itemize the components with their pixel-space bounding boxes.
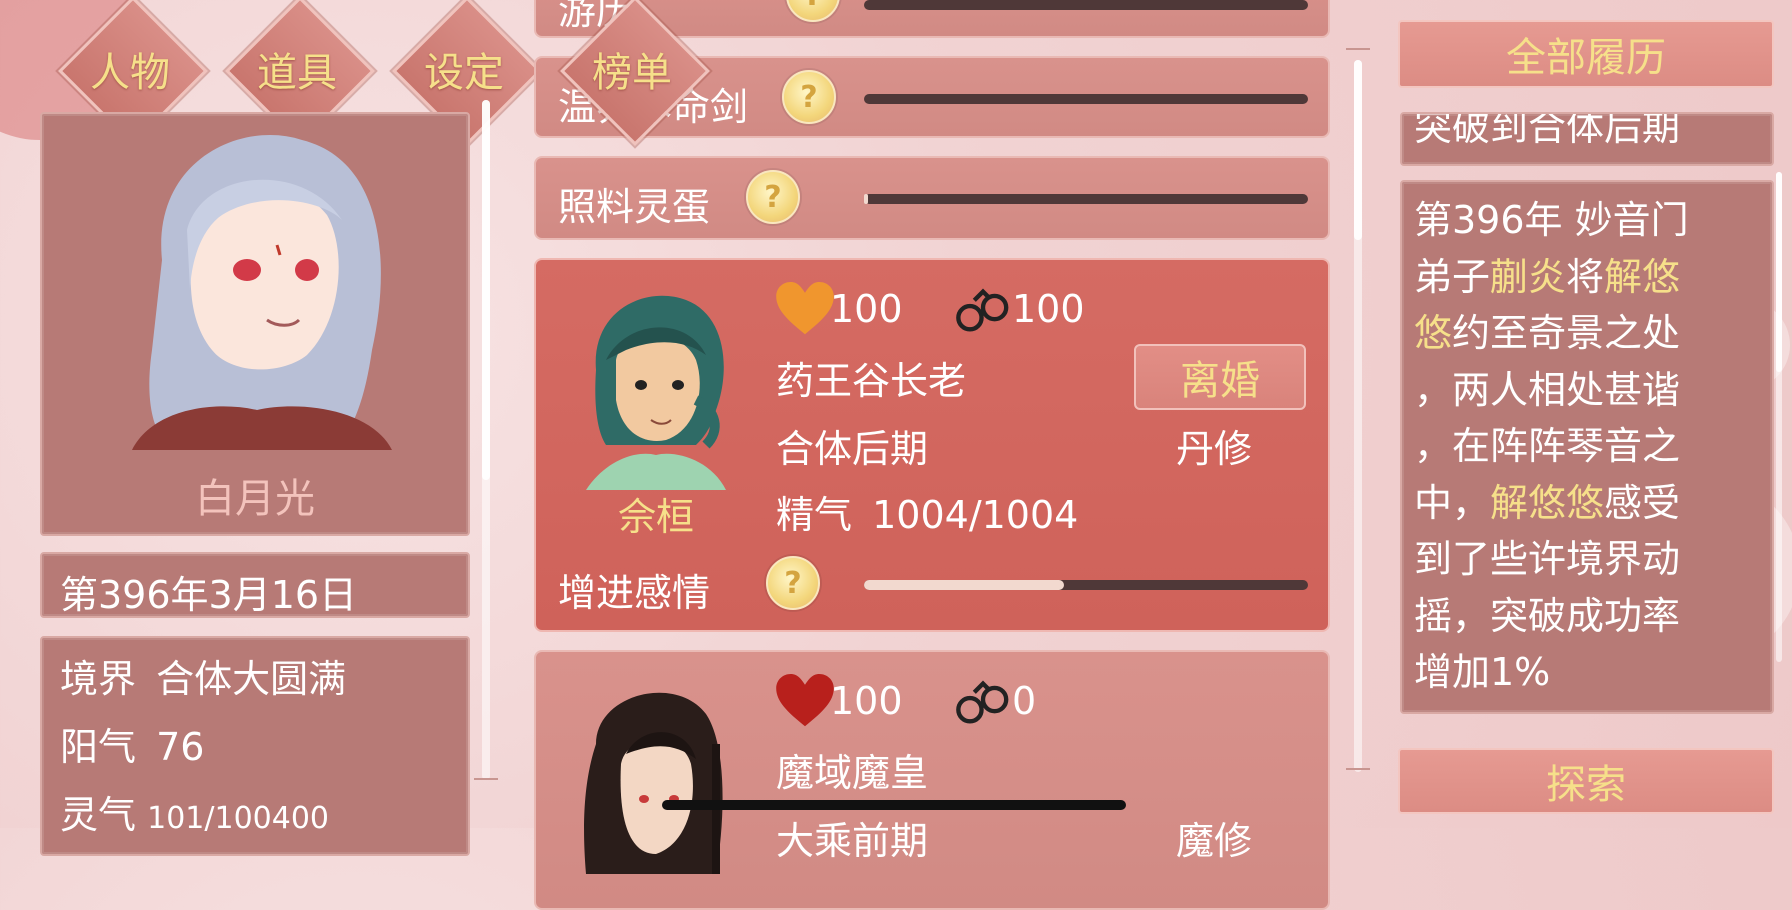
history-person-name: 蒯炎 [1490,254,1567,299]
history-line: ，两人相处甚谐 [1414,367,1681,412]
character-portrait-panel: 白月光 [40,112,470,536]
task-progress-fill [864,194,869,204]
stat-lingqi-label: 灵气 [60,793,137,837]
partner-realm: 合体后期 [776,427,929,471]
stat-realm: 境界 合体大圆满 [60,648,346,703]
help-icon[interactable]: ? [766,556,820,610]
bond-stat: 0 [954,674,1036,728]
stat-yang: 阳气 76 [60,716,204,771]
stat-yang-label: 阳气 [60,725,137,769]
history-line: 悠约至奇景之处 [1414,305,1689,362]
heart-icon [776,674,834,727]
history-text: 约至奇景之处 [1452,311,1681,355]
partner-title: 药王谷长老 [776,359,967,403]
partner-realm: 大乘前期 [776,819,929,863]
stat-realm-label: 境界 [60,657,137,701]
history-text: 感受 [1604,480,1681,525]
bond-value: 100 [1012,287,1085,331]
tab-settings-label: 设定 [424,50,504,96]
scroll-top-tick [1346,48,1370,50]
help-icon[interactable]: ? [786,0,840,22]
affection-stat: 100 [776,282,903,336]
partner-type: 丹修 [1176,427,1253,471]
tab-leaderboard-label: 榜单 [592,50,672,96]
history-line: ，在阵阵琴音之 [1414,424,1681,468]
partner-portrait [584,692,723,874]
stat-lingqi: 灵气 101/100400 [60,784,329,839]
history-line: 中，解悠悠感受 [1414,475,1689,532]
partner-card: 100 0 魔域魔皇 大乘前期 魔修 [534,650,1330,910]
explore-button[interactable]: 探索 [1398,748,1774,814]
affection-stat: 100 [776,674,903,728]
affection-value: 100 [830,287,903,331]
history-line: 增加1% [1414,650,1551,694]
home-indicator[interactable] [662,800,1126,810]
stat-yang-value: 76 [156,725,205,769]
help-icon[interactable]: ? [782,70,836,124]
stat-realm-value: 合体大圆满 [156,657,347,701]
task-row-egg: 照料灵蛋 ? [534,156,1330,240]
history-line: 到了些许境界动 [1414,537,1681,581]
history-header-label: 全部履历 [1506,35,1666,81]
affection-progress-fill [864,580,1064,590]
tab-items-label: 道具 [257,50,337,96]
scroll-end-tick [474,778,498,780]
history-text: 弟子 [1414,254,1491,299]
bond-stat: 100 [954,282,1085,336]
essence-value: 1004/1004 [872,493,1079,537]
affection-progress-bar [864,580,1308,590]
history-text: 将 [1566,254,1605,299]
partner-type: 魔修 [1176,819,1253,863]
task-progress-bar [864,194,1308,204]
stat-lingqi-value: 101/100400 [147,801,329,836]
handcuffs-icon [956,288,1009,332]
history-person-name: 解悠悠 [1490,480,1605,525]
history-entry: 第396年 妙音门 弟子蒯炎将解悠 悠约至奇景之处 ，两人相处甚谐 ，在阵阵琴音… [1400,180,1774,714]
history-entry-partial: 突破到合体后期 [1400,112,1774,166]
task-label: 照料灵蛋 [558,185,711,229]
divorce-button[interactable]: 离婚 [1134,344,1306,410]
essence-label: 精气 [776,493,853,537]
partner-name: 佘桓 [617,495,694,539]
game-date: 第396年3月16日 [60,573,358,617]
partner-essence: 精气 1004/1004 [776,484,1078,539]
heart-icon [776,282,834,335]
task-progress-bar [864,0,1308,10]
increase-affection-label: 增进感情 [558,571,711,615]
partner-portrait [586,295,726,490]
history-person-name: 悠 [1414,311,1453,355]
task-progress-bar [864,94,1308,104]
character-stats-panel: 境界 合体大圆满 阳气 76 灵气 101/100400 [40,636,470,856]
game-date-panel: 第396年3月16日 [40,552,470,618]
tab-character-label: 人物 [90,50,170,96]
history-line: 第396年 妙音门 [1414,198,1689,242]
scroll-end-tick [1346,768,1370,770]
history-text: 中， [1414,480,1491,525]
affection-value: 100 [830,679,903,723]
history-person-name: 解悠 [1604,254,1681,299]
bond-value: 0 [1012,679,1037,723]
history-text: 突破到合体后期 [1414,112,1681,149]
handcuffs-icon [956,680,1009,724]
character-portrait [132,135,392,450]
partner-card: 佘桓 100 100 药王谷长老 离婚 合体后期 丹修 精气 1004/1004… [534,258,1330,632]
explore-button-label: 探索 [1546,762,1626,808]
tab-leaderboard[interactable]: 榜单 [560,0,710,146]
middle-scrollbar-thumb[interactable] [1354,60,1362,240]
divorce-button-label: 离婚 [1180,358,1260,404]
character-name: 白月光 [195,476,315,522]
history-scrollbar-thumb[interactable] [1776,172,1782,372]
help-icon[interactable]: ? [746,170,800,224]
left-scrollbar-thumb[interactable] [482,100,490,480]
history-line: 弟子蒯炎将解悠 [1414,249,1689,306]
history-entry-text: 第396年 妙音门 弟子蒯炎将解悠 悠约至奇景之处 ，两人相处甚谐 ，在阵阵琴音… [1414,192,1689,701]
history-header-button[interactable]: 全部履历 [1398,20,1774,88]
history-line: 摇，突破成功率 [1414,593,1681,638]
partner-title: 魔域魔皇 [776,751,929,795]
